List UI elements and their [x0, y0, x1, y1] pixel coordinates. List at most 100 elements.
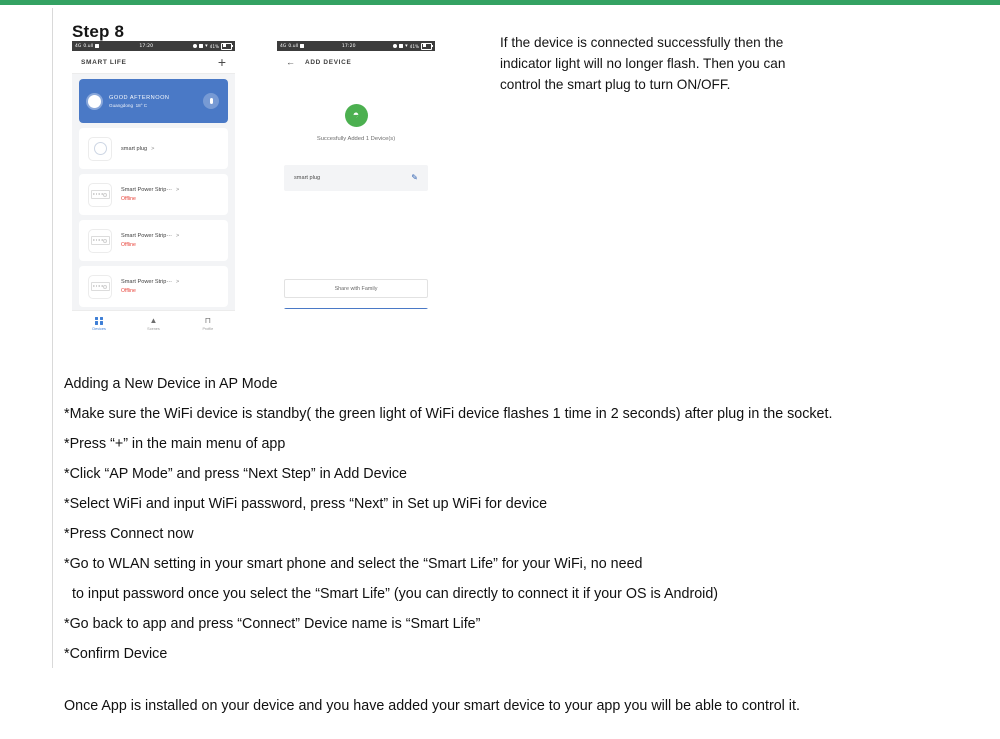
instruction-line: to input password once you select the “S…: [72, 586, 719, 602]
pencil-icon[interactable]: ✎: [411, 174, 418, 182]
tab-profile[interactable]: ⊓ Profile: [181, 315, 235, 331]
home-icon: ▲: [149, 315, 158, 325]
share-with-family-button[interactable]: Share with Family: [284, 279, 428, 298]
tab-scenes[interactable]: ▲ Scenes: [126, 315, 180, 331]
device-meta: Smart Power Strip··· > Offline: [121, 233, 179, 248]
battery-icon: [421, 42, 433, 50]
status-bar-clock: 17:20: [341, 43, 356, 49]
sim-icon: [95, 44, 100, 48]
signal-label: 0.ull: [83, 43, 94, 49]
instruction-line: *Go back to app and press “Connect” Devi…: [64, 616, 481, 632]
status-bar: 4G 0.ull 17:20 ▾ 41%: [72, 41, 235, 51]
device-name: Smart Power Strip··· >: [121, 233, 179, 239]
battery-percent-label: 41%: [409, 43, 419, 49]
power-strip-icon: [88, 228, 112, 253]
status-bar-clock: 17:20: [139, 43, 154, 49]
location-temp-label: Guangdong 18° C: [109, 103, 169, 108]
add-device-button[interactable]: +: [218, 55, 226, 69]
phone-screenshot-add-device: 4G 0.ull 17:20 ▾ 41% ← ADD DEVICE ◓ Succ…: [277, 41, 435, 309]
device-name: smart plug >: [121, 146, 154, 152]
status-badge: Offline: [121, 242, 136, 248]
list-item[interactable]: Smart Power Strip··· > Offline: [79, 174, 228, 215]
power-strip-icon: [88, 274, 112, 299]
device-meta: smart plug >: [121, 146, 154, 152]
device-name: Smart Power Strip··· >: [121, 187, 179, 193]
chevron-right-icon: >: [175, 233, 180, 239]
device-name: Smart Power Strip··· >: [121, 279, 179, 285]
chevron-right-icon: >: [151, 145, 155, 152]
circle-icon: [393, 44, 398, 48]
device-name-label: Smart Power Strip···: [121, 233, 172, 239]
tab-devices[interactable]: Devices: [72, 316, 126, 331]
instruction-line: *Make sure the WiFi device is standby( t…: [64, 406, 833, 422]
tab-profile-label: Profile: [202, 326, 214, 331]
add-device-header: ← ADD DEVICE: [277, 51, 435, 73]
status-bar-left: 4G 0.ull: [280, 43, 305, 49]
instructions-heading: Adding a New Device in AP Mode: [64, 376, 278, 392]
weather-text: GOOD AFTERNOON Guangdong 18° C: [109, 95, 169, 108]
side-note: If the device is connected successfully …: [500, 35, 786, 92]
app-header: SMART LIFE +: [72, 51, 235, 74]
device-name-value: smart plug: [294, 175, 321, 181]
grid-icon: [95, 316, 104, 325]
instruction-line: *Press Connect now: [64, 526, 194, 542]
weather-card[interactable]: GOOD AFTERNOON Guangdong 18° C: [79, 79, 228, 123]
device-name-row[interactable]: smart plug ✎: [284, 165, 428, 191]
mic-icon[interactable]: [203, 93, 219, 109]
instruction-line: *Confirm Device: [64, 646, 168, 662]
success-message: Succesfully Added 1 Device(s): [316, 136, 396, 142]
list-item[interactable]: smart plug >: [79, 128, 228, 169]
done-button[interactable]: Done: [284, 308, 428, 309]
shield-icon: [199, 44, 204, 48]
network-label: 4G: [75, 43, 82, 49]
tab-scenes-label: Scenes: [147, 326, 160, 331]
left-margin-rule: [52, 8, 53, 668]
status-bar: 4G 0.ull 17:20 ▾ 41%: [277, 41, 435, 51]
bottom-tab-bar: Devices ▲ Scenes ⊓ Profile: [72, 310, 235, 335]
list-item[interactable]: Smart Power Strip··· > Offline: [79, 220, 228, 261]
chevron-right-icon: >: [175, 279, 180, 285]
network-label: 4G: [280, 43, 287, 49]
sim-icon: [300, 44, 305, 48]
signal-label: 0.ull: [288, 43, 299, 49]
add-device-body: ◓ Succesfully Added 1 Device(s) smart pl…: [277, 104, 435, 309]
status-badge: Offline: [121, 288, 136, 294]
page-title: Step 8: [72, 22, 125, 41]
app-title: SMART LIFE: [81, 58, 127, 66]
device-list-body: GOOD AFTERNOON Guangdong 18° C smart plu…: [72, 74, 235, 335]
battery-percent-label: 41%: [209, 43, 219, 49]
list-item[interactable]: Smart Power Strip··· > Offline: [79, 266, 228, 307]
wifi-icon: ▾: [405, 42, 408, 49]
instructions-block: Adding a New Device in AP Mode *Make sur…: [64, 376, 984, 728]
device-meta: Smart Power Strip··· > Offline: [121, 187, 179, 202]
status-bar-right: ▾ 41%: [193, 42, 233, 50]
wifi-success-icon: ◓: [344, 104, 368, 127]
device-name-label: Smart Power Strip···: [121, 279, 172, 285]
chevron-right-icon: >: [175, 187, 180, 193]
status-bar-right: ▾ 41%: [393, 42, 433, 50]
circle-icon: [193, 44, 198, 48]
status-badge: Offline: [121, 196, 136, 202]
back-arrow-icon[interactable]: ←: [286, 57, 295, 67]
battery-icon: [221, 42, 233, 50]
device-name-label: smart plug: [121, 145, 148, 152]
greeting-label: GOOD AFTERNOON: [109, 94, 170, 101]
wifi-icon: ▾: [205, 42, 208, 49]
sun-icon: [88, 94, 101, 108]
add-device-title: ADD DEVICE: [305, 58, 352, 66]
phone-screenshot-device-list: 4G 0.ull 17:20 ▾ 41% SMART LIFE + GOOD A…: [72, 41, 235, 335]
instruction-line: *Select WiFi and input WiFi password, pr…: [64, 496, 548, 512]
profile-icon: ⊓: [204, 315, 211, 325]
power-strip-icon: [88, 182, 112, 207]
tab-devices-label: Devices: [92, 326, 106, 331]
smart-plug-icon: [88, 136, 112, 161]
top-green-rule: [0, 0, 1000, 5]
location-label: Guangdong: [109, 102, 134, 108]
shield-icon: [399, 44, 404, 48]
closing-line: Once App is installed on your device and…: [64, 698, 800, 714]
device-name-label: Smart Power Strip···: [121, 187, 172, 193]
device-meta: Smart Power Strip··· > Offline: [121, 279, 179, 294]
status-bar-left: 4G 0.ull: [75, 43, 100, 49]
instruction-line: *Press “+” in the main menu of app: [64, 436, 286, 452]
